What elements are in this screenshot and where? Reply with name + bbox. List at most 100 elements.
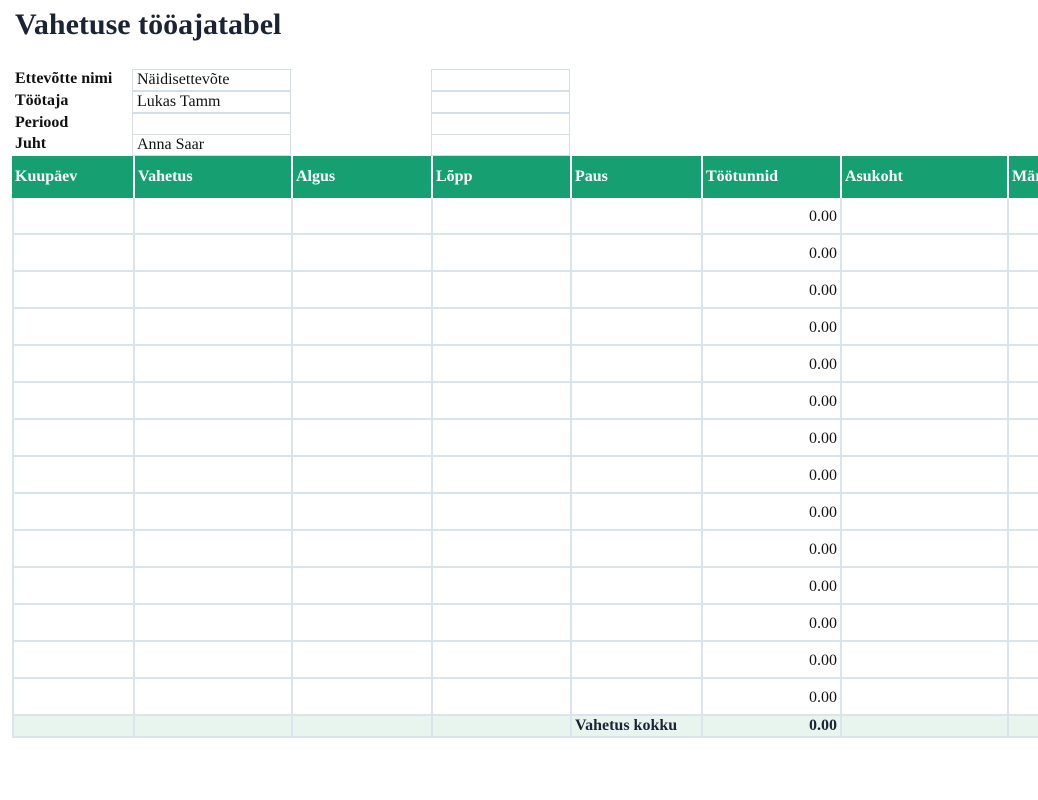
cell-start[interactable] — [291, 383, 431, 418]
cell-start[interactable] — [291, 457, 431, 492]
cell-hours[interactable]: 0.00 — [701, 346, 840, 381]
cell-break[interactable] — [570, 309, 701, 344]
cell-hours[interactable]: 0.00 — [701, 531, 840, 566]
cell-hours[interactable]: 0.00 — [701, 642, 840, 677]
cell-hours[interactable]: 0.00 — [701, 309, 840, 344]
column-header-date[interactable]: Kuupäev — [12, 156, 133, 198]
cell-start[interactable] — [291, 679, 431, 714]
cell-end[interactable] — [431, 605, 570, 640]
cell-location[interactable] — [840, 679, 1007, 714]
cell-date[interactable] — [12, 494, 133, 529]
cell-hours[interactable]: 0.00 — [701, 420, 840, 455]
cell-location[interactable] — [840, 494, 1007, 529]
cell-location[interactable] — [840, 642, 1007, 677]
cell-break[interactable] — [570, 383, 701, 418]
cell-shift[interactable] — [133, 309, 291, 344]
cell-end[interactable] — [431, 383, 570, 418]
cell-end[interactable] — [431, 346, 570, 381]
cell-break[interactable] — [570, 568, 701, 603]
cell-date[interactable] — [12, 309, 133, 344]
cell-notes[interactable] — [1007, 383, 1038, 418]
cell-hours[interactable]: 0.00 — [701, 494, 840, 529]
cell-shift[interactable] — [133, 235, 291, 270]
info-extra-cell-3[interactable] — [431, 113, 570, 135]
cell-hours[interactable]: 0.00 — [701, 679, 840, 714]
cell-end[interactable] — [431, 198, 570, 233]
cell-break[interactable] — [570, 642, 701, 677]
column-header-hours[interactable]: Töötunnid — [701, 156, 840, 198]
cell-location[interactable] — [840, 383, 1007, 418]
cell-shift[interactable] — [133, 457, 291, 492]
cell-shift[interactable] — [133, 198, 291, 233]
cell-start[interactable] — [291, 568, 431, 603]
cell-hours[interactable]: 0.00 — [701, 605, 840, 640]
cell-start[interactable] — [291, 235, 431, 270]
cell-notes[interactable] — [1007, 494, 1038, 529]
cell-shift[interactable] — [133, 494, 291, 529]
cell-notes[interactable] — [1007, 531, 1038, 566]
info-extra-cell-1[interactable] — [431, 69, 570, 91]
cell-date[interactable] — [12, 420, 133, 455]
cell-break[interactable] — [570, 235, 701, 270]
cell-break[interactable] — [570, 605, 701, 640]
cell-date[interactable] — [12, 198, 133, 233]
cell-break[interactable] — [570, 198, 701, 233]
cell-notes[interactable] — [1007, 235, 1038, 270]
cell-hours[interactable]: 0.00 — [701, 198, 840, 233]
manager-field[interactable]: Anna Saar — [132, 134, 291, 156]
cell-location[interactable] — [840, 309, 1007, 344]
cell-notes[interactable] — [1007, 605, 1038, 640]
cell-end[interactable] — [431, 531, 570, 566]
cell-shift[interactable] — [133, 420, 291, 455]
cell-date[interactable] — [12, 605, 133, 640]
cell-location[interactable] — [840, 198, 1007, 233]
cell-start[interactable] — [291, 531, 431, 566]
cell-location[interactable] — [840, 568, 1007, 603]
cell-location[interactable] — [840, 420, 1007, 455]
cell-start[interactable] — [291, 605, 431, 640]
cell-hours[interactable]: 0.00 — [701, 272, 840, 307]
cell-hours[interactable]: 0.00 — [701, 568, 840, 603]
cell-notes[interactable] — [1007, 420, 1038, 455]
cell-notes[interactable] — [1007, 457, 1038, 492]
cell-start[interactable] — [291, 272, 431, 307]
cell-break[interactable] — [570, 494, 701, 529]
cell-date[interactable] — [12, 457, 133, 492]
column-header-shift[interactable]: Vahetus — [133, 156, 291, 198]
cell-start[interactable] — [291, 346, 431, 381]
cell-shift[interactable] — [133, 605, 291, 640]
cell-location[interactable] — [840, 272, 1007, 307]
cell-end[interactable] — [431, 235, 570, 270]
cell-date[interactable] — [12, 679, 133, 714]
cell-hours[interactable]: 0.00 — [701, 235, 840, 270]
column-header-location[interactable]: Asukoht — [840, 156, 1007, 198]
cell-date[interactable] — [12, 568, 133, 603]
cell-start[interactable] — [291, 198, 431, 233]
cell-notes[interactable] — [1007, 198, 1038, 233]
cell-end[interactable] — [431, 309, 570, 344]
cell-start[interactable] — [291, 309, 431, 344]
cell-location[interactable] — [840, 346, 1007, 381]
cell-shift[interactable] — [133, 272, 291, 307]
cell-start[interactable] — [291, 494, 431, 529]
cell-end[interactable] — [431, 457, 570, 492]
cell-shift[interactable] — [133, 679, 291, 714]
cell-shift[interactable] — [133, 531, 291, 566]
cell-location[interactable] — [840, 235, 1007, 270]
cell-location[interactable] — [840, 457, 1007, 492]
cell-break[interactable] — [570, 531, 701, 566]
column-header-break[interactable]: Paus — [570, 156, 701, 198]
cell-date[interactable] — [12, 383, 133, 418]
info-extra-cell-2[interactable] — [431, 91, 570, 113]
cell-shift[interactable] — [133, 642, 291, 677]
company-field[interactable]: Näidisettevõte — [132, 69, 291, 91]
cell-hours[interactable]: 0.00 — [701, 383, 840, 418]
info-extra-cell-4[interactable] — [431, 134, 570, 156]
cell-notes[interactable] — [1007, 568, 1038, 603]
cell-notes[interactable] — [1007, 679, 1038, 714]
cell-end[interactable] — [431, 272, 570, 307]
cell-break[interactable] — [570, 420, 701, 455]
cell-end[interactable] — [431, 494, 570, 529]
cell-date[interactable] — [12, 235, 133, 270]
cell-date[interactable] — [12, 272, 133, 307]
